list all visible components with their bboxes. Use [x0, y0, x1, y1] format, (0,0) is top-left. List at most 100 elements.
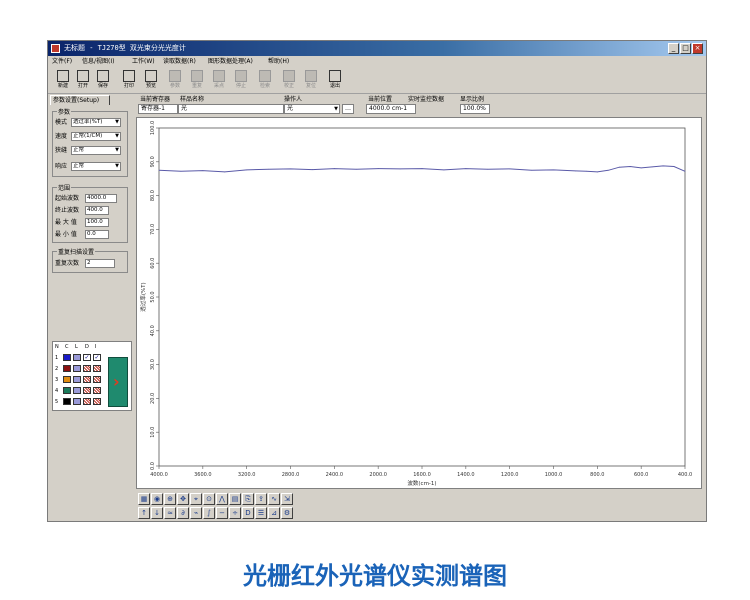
- zoom-out-icon[interactable]: ⊕: [164, 493, 176, 505]
- curve-color-swatch[interactable]: [63, 398, 71, 405]
- toolbar-button-params[interactable]: 参数: [164, 69, 186, 91]
- curve-display-checkbox[interactable]: [83, 387, 91, 394]
- settings-icon[interactable]: ⚙: [281, 507, 293, 519]
- report-icon[interactable]: ☰: [255, 507, 267, 519]
- label-icon[interactable]: D: [242, 507, 254, 519]
- table-icon[interactable]: ▤: [229, 493, 241, 505]
- integral-icon[interactable]: ∫: [203, 507, 215, 519]
- toolbar-button-sample[interactable]: 采点: [208, 69, 230, 91]
- export-icon[interactable]: ⇪: [255, 493, 267, 505]
- derivative-icon[interactable]: ∂: [177, 507, 189, 519]
- maximize-button[interactable]: □: [680, 43, 691, 54]
- range-label: 最 小 值: [55, 231, 77, 238]
- fit-icon[interactable]: ⇲: [281, 493, 293, 505]
- pan-icon[interactable]: ✥: [177, 493, 189, 505]
- x-tick-label: 3600.0: [194, 472, 212, 478]
- toolbar-button-label: 保存: [97, 83, 108, 89]
- start-wavenumber-input[interactable]: 4000.0: [85, 194, 117, 203]
- subtract-icon[interactable]: −: [216, 507, 228, 519]
- peak-icon[interactable]: ⋀: [216, 493, 228, 505]
- menu-info-view[interactable]: 信息/视图(I): [82, 56, 114, 67]
- grid-icon[interactable]: ▦: [138, 493, 150, 505]
- menu-help[interactable]: 帮助(H): [268, 56, 289, 67]
- menu-graph-processing[interactable]: 图形数据处理(A): [208, 56, 253, 67]
- zoom-in-icon[interactable]: ◉: [151, 493, 163, 505]
- curve-info-checkbox[interactable]: [93, 398, 101, 405]
- max-value-input[interactable]: 100.0: [85, 218, 109, 227]
- curve-display-checkbox[interactable]: [83, 398, 91, 405]
- browse-button[interactable]: …: [342, 104, 354, 114]
- baseline-icon[interactable]: ⌁: [190, 507, 202, 519]
- curve-row: 3: [55, 376, 107, 384]
- up-arrow-icon[interactable]: ↑: [138, 507, 150, 519]
- curve-display-checkbox[interactable]: [83, 365, 91, 372]
- toolbar-button-repeat[interactable]: 重复: [186, 69, 208, 91]
- curve-color-swatch[interactable]: [63, 354, 71, 361]
- curve-line-style[interactable]: [73, 398, 81, 405]
- toolbar-button-exit[interactable]: 退出: [324, 69, 346, 91]
- toolbar-button-open-folder[interactable]: 打开: [72, 69, 94, 91]
- scale-field[interactable]: 100.0%: [460, 104, 490, 114]
- curve-info-checkbox[interactable]: [93, 365, 101, 372]
- speed-select[interactable]: 正常(1/CM): [71, 132, 121, 141]
- spectrum-point: [333, 168, 335, 169]
- measure-icon[interactable]: ⊿: [268, 507, 280, 519]
- setup-panel: 参数设置(Setup) 参数 模式 透过率(%T) 速度 正常(1/CM) 狭缝…: [50, 95, 134, 515]
- menu-read-data[interactable]: 读取数据(R): [163, 56, 196, 67]
- toolbar-button-stop[interactable]: 停止: [230, 69, 252, 91]
- curve-color-swatch[interactable]: [63, 365, 71, 372]
- repeat-count-input[interactable]: 2: [85, 259, 115, 268]
- curve-number: 1: [55, 355, 59, 361]
- toolbar: 新建 打开 保存 打印 预览 参数 重复 采点 停止 检索 校正 复位 退出: [48, 67, 706, 94]
- x-tick-label: 1600.0: [413, 472, 431, 478]
- curve-line-style[interactable]: [73, 387, 81, 394]
- response-select[interactable]: 正常: [71, 162, 121, 171]
- position-label: 当前位置: [368, 96, 393, 103]
- toolbar-button-label: 采点: [213, 83, 224, 89]
- copy-icon[interactable]: ⎘: [242, 493, 254, 505]
- toolbar-button-preview[interactable]: 预览: [140, 69, 162, 91]
- stop-icon: [235, 70, 247, 82]
- curve-line-style[interactable]: [73, 365, 81, 372]
- curve-grid-header: N: [55, 344, 59, 350]
- y-tick-label: 10.0: [150, 427, 156, 438]
- curve-row: 4: [55, 387, 107, 395]
- curve-line-style[interactable]: [73, 354, 81, 361]
- curve-line-style[interactable]: [73, 376, 81, 383]
- toolbar-button-new-file[interactable]: 新建: [52, 69, 74, 91]
- curve-info-checkbox[interactable]: [93, 387, 101, 394]
- smooth-icon[interactable]: ≈: [164, 507, 176, 519]
- curve-color-swatch[interactable]: [63, 387, 71, 394]
- menu-work[interactable]: 工作(W): [132, 56, 155, 67]
- curve-info-checkbox[interactable]: ✓: [93, 354, 101, 361]
- toolbar-button-search[interactable]: 检索: [254, 69, 276, 91]
- end-wavenumber-input[interactable]: 400.0: [85, 206, 109, 215]
- down-arrow-icon[interactable]: ↓: [151, 507, 163, 519]
- curve-icon[interactable]: ∿: [268, 493, 280, 505]
- curve-info-checkbox[interactable]: [93, 376, 101, 383]
- toolbar-button-reset[interactable]: 复位: [300, 69, 322, 91]
- register-field[interactable]: 寄存器-1: [138, 104, 178, 114]
- crosshair-icon[interactable]: ⌖: [190, 493, 202, 505]
- minimize-button[interactable]: _: [668, 43, 679, 54]
- ratio-icon[interactable]: ÷: [229, 507, 241, 519]
- min-value-input[interactable]: 0.0: [85, 230, 109, 239]
- toolbar-button-print[interactable]: 打印: [118, 69, 140, 91]
- spectrum-chart[interactable]: 4000.0 3600.0 3200.0 2800.0 2400.0 2000.0 1600…: [136, 117, 702, 489]
- x-tick-label: 2400.0: [326, 472, 344, 478]
- operator-select[interactable]: 光: [284, 104, 340, 114]
- tab-setup[interactable]: 参数设置(Setup): [50, 95, 110, 105]
- menu-file[interactable]: 文件(F): [52, 56, 72, 67]
- curve-color-swatch[interactable]: [63, 376, 71, 383]
- expand-panel-button[interactable]: ›: [108, 357, 128, 407]
- close-button[interactable]: ×: [692, 43, 703, 54]
- toolbar-button-calibrate[interactable]: 校正: [278, 69, 300, 91]
- mode-select[interactable]: 透过率(%T): [71, 118, 121, 127]
- toolbar-button-save-disk[interactable]: 保存: [92, 69, 114, 91]
- magnify-icon[interactable]: ⊙: [203, 493, 215, 505]
- search-icon: [259, 70, 271, 82]
- slit-select[interactable]: 正常: [71, 146, 121, 155]
- curve-display-checkbox[interactable]: [83, 376, 91, 383]
- sample-name-field[interactable]: 光: [178, 104, 284, 114]
- curve-display-checkbox[interactable]: ✓: [83, 354, 91, 361]
